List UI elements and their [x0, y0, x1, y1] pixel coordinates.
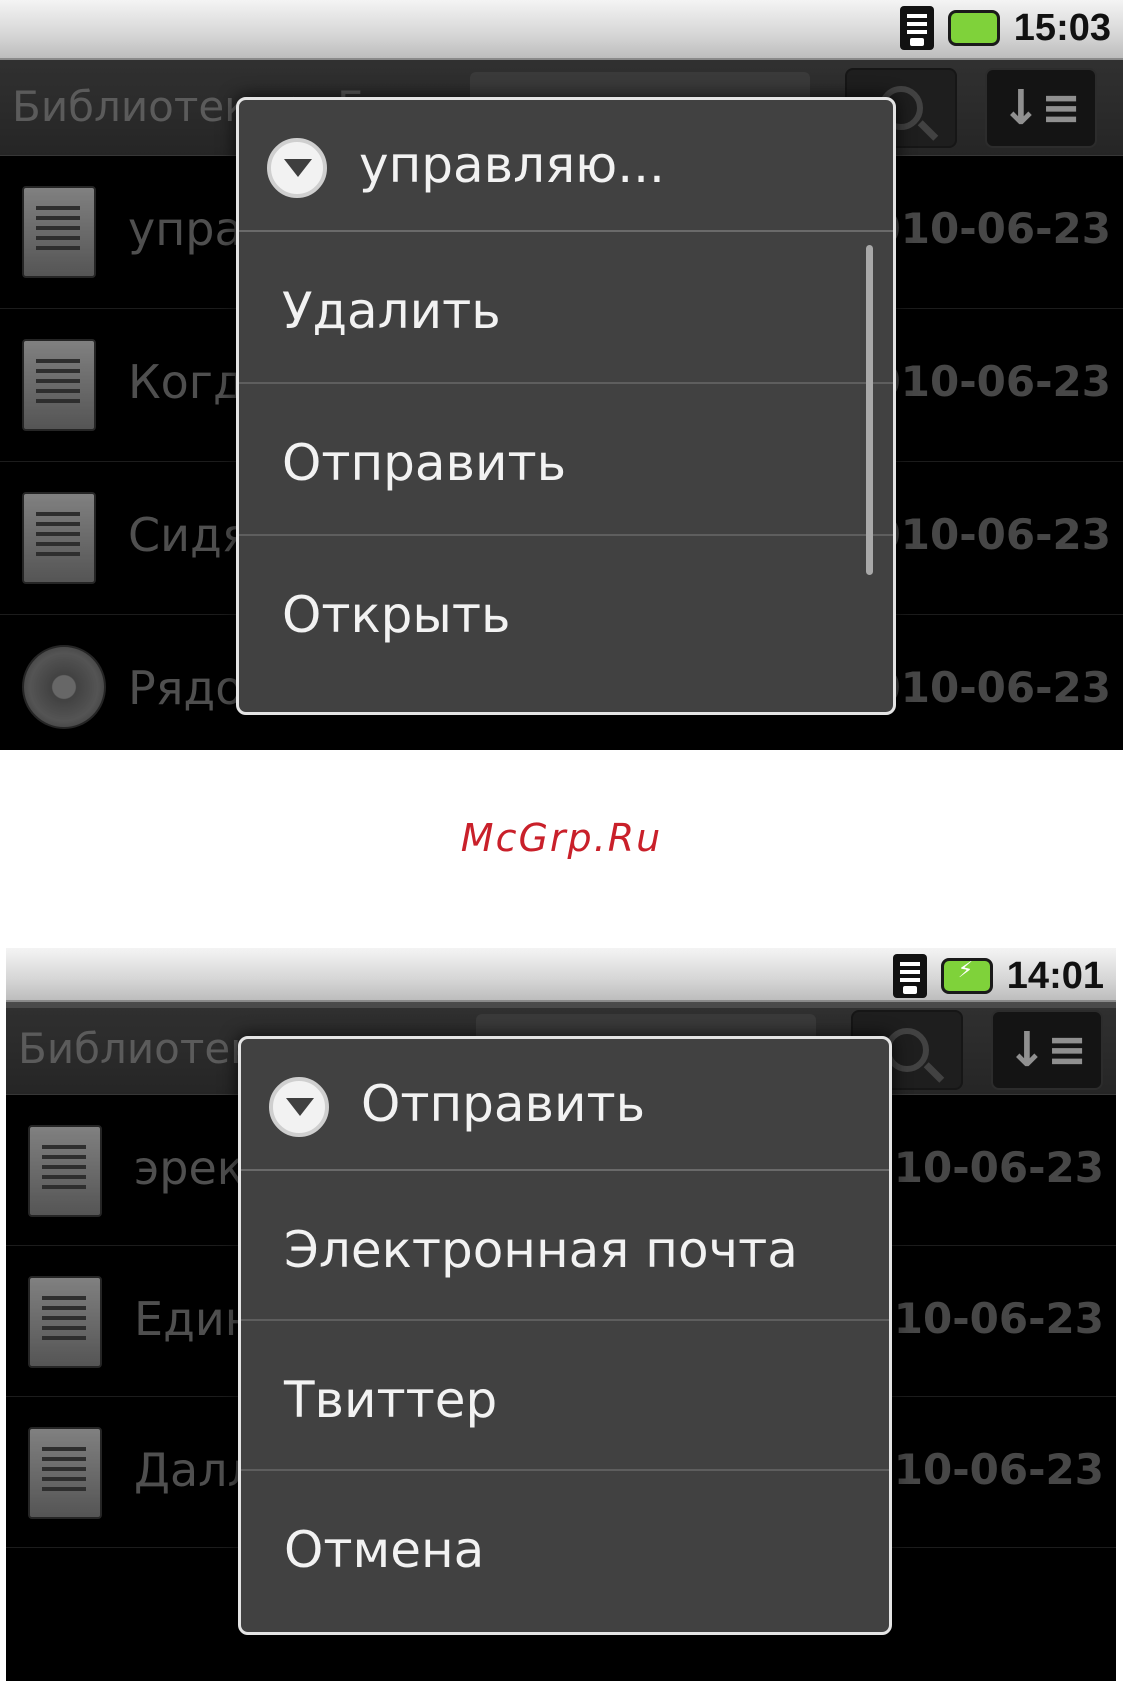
screen-2: 14:01 Библиотека ↓≡ эрекция 2010-06-23 Е… — [6, 948, 1116, 1681]
share-dialog: Отправить Электронная почта Твиттер Отме… — [238, 1036, 892, 1635]
menu-item-label: Отмена — [284, 1521, 485, 1579]
status-bar: 15:03 — [0, 0, 1123, 60]
screen-1: 15:03 Библиотека > Гип... ↓≡ управляющи.… — [0, 0, 1123, 750]
menu-item-label: Твиттер — [284, 1371, 498, 1429]
dropdown-arrow-icon — [267, 138, 327, 198]
dialog-header: Отправить — [241, 1039, 889, 1171]
context-menu-dialog: управляю... Удалить Отправить Открыть — [236, 97, 896, 715]
menu-item-label: Удалить — [282, 282, 501, 340]
menu-item-twitter[interactable]: Твиттер — [241, 1321, 889, 1471]
menu-item-delete[interactable]: Удалить — [239, 232, 893, 384]
menu-item-label: Отправить — [282, 434, 567, 492]
menu-item-label: Электронная почта — [284, 1221, 798, 1279]
status-bar: 14:01 — [6, 948, 1116, 1002]
signal-icon — [892, 954, 927, 998]
menu-item-email[interactable]: Электронная почта — [241, 1171, 889, 1321]
dialog-title: управляю... — [359, 136, 665, 194]
menu-item-send[interactable]: Отправить — [239, 384, 893, 536]
menu-item-label: Открыть — [282, 586, 511, 644]
battery-icon — [947, 10, 1000, 46]
menu-item-open[interactable]: Открыть — [239, 536, 893, 686]
watermark: McGrp.Ru — [460, 816, 663, 860]
signal-icon — [899, 6, 934, 50]
clock: 15:03 — [1013, 6, 1111, 49]
scrollbar[interactable] — [866, 245, 873, 575]
dialog-header: управляю... — [239, 100, 893, 232]
dropdown-arrow-icon — [269, 1077, 329, 1137]
dialog-title: Отправить — [361, 1075, 646, 1133]
clock: 14:01 — [1006, 954, 1104, 997]
menu-item-cancel[interactable]: Отмена — [241, 1471, 889, 1619]
battery-charging-icon — [940, 958, 993, 994]
